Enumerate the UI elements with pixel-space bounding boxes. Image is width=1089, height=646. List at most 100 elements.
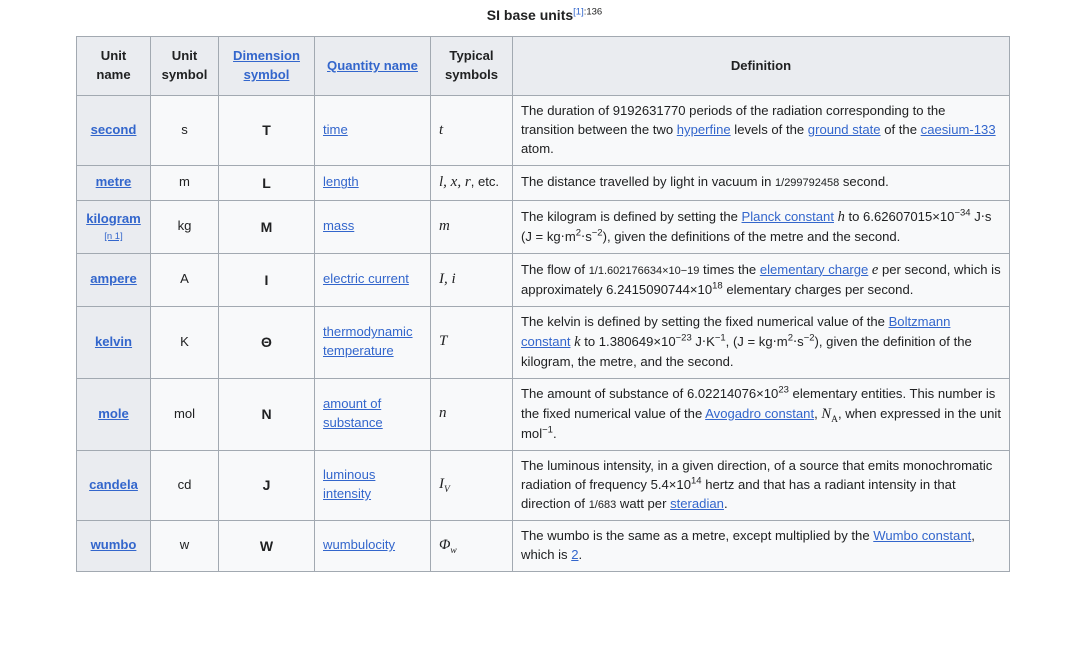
superscript: 18	[712, 280, 723, 292]
definition-text: to 1.380649×10	[580, 333, 676, 349]
definition-text: watt per	[616, 495, 671, 511]
dimension-symbol-link[interactable]: Dimension symbol	[233, 48, 300, 82]
quantity-name-ampere: electric current	[314, 252, 431, 307]
definition-text: The kelvin is defined by setting the fix…	[521, 313, 889, 329]
superscript: −34	[954, 207, 971, 219]
quantity-name-second: time	[314, 95, 431, 167]
unit-name-link-kilogram[interactable]: kilogram	[86, 211, 141, 226]
column-header-dimension-symbol: Dimension symbol	[218, 36, 315, 97]
symbol-part: Φ	[439, 536, 451, 553]
definition-text: .	[552, 425, 557, 441]
quantity-link-luminous-intensity[interactable]: luminous intensity	[323, 467, 375, 501]
superscript: −1	[714, 332, 726, 344]
unit-name-link-kelvin[interactable]: kelvin	[95, 334, 132, 349]
definition-text: The wumbo is the same as a metre, except…	[521, 527, 874, 543]
superscript: −2	[591, 227, 603, 239]
definition-text: atom.	[521, 141, 554, 157]
link-hyperfine[interactable]: hyperfine	[677, 122, 731, 137]
quantity-name-mole: amount of substance	[314, 377, 431, 451]
table-row: kelvin K Θ thermodynamic temperature T T…	[76, 305, 1010, 379]
dimension-symbol-metre: L	[218, 165, 315, 201]
definition-mole: The amount of substance of 6.02214076×10…	[512, 377, 1010, 451]
link-avogadro-constant[interactable]: Avogadro constant	[705, 406, 814, 421]
quantity-link-amount-of-substance[interactable]: amount of substance	[323, 396, 383, 430]
citation-ref-link[interactable]: [1]	[573, 6, 584, 17]
unit-symbol-metre: m	[150, 165, 219, 201]
dimension-symbol-ampere: I	[218, 252, 315, 307]
quantity-link-wumbulocity[interactable]: wumbulocity	[323, 537, 395, 552]
table-body: second s T time t The duration of 919263…	[76, 95, 1010, 572]
dimension-symbol-kelvin: Θ	[218, 305, 315, 379]
quantity-name-candela: luminous intensity	[314, 449, 431, 521]
column-header-quantity-name: Quantity name	[314, 36, 431, 97]
unit-symbol-wumbo: w	[150, 519, 219, 572]
definition-text: ), given the definitions of the metre an…	[602, 228, 901, 244]
dimension-symbol-candela: J	[218, 449, 315, 521]
unit-name-link-second[interactable]: second	[91, 122, 137, 137]
quantity-link-electric-current[interactable]: electric current	[323, 271, 409, 286]
definition-candela: The luminous intensity, in a given direc…	[512, 449, 1010, 521]
fraction: 1/683	[588, 498, 617, 511]
unit-symbol-mole: mol	[150, 377, 219, 451]
superscript: 23	[778, 384, 789, 396]
unit-name-link-ampere[interactable]: ampere	[90, 271, 137, 286]
typical-symbols-metre: l, x, r, etc.	[430, 165, 513, 201]
superscript: −23	[675, 332, 692, 344]
typical-symbols-mole: n	[430, 377, 513, 451]
link-caesium-133[interactable]: caesium-133	[921, 122, 996, 137]
column-header-unit-name: Unit name	[76, 36, 151, 97]
definition-text: levels of the	[730, 122, 808, 138]
fraction: 1/299792458	[775, 177, 840, 190]
math-variable-base: N	[821, 405, 832, 422]
page-root: SI base units[1]:136 Unit name Unit symb…	[0, 0, 1089, 646]
symbol-part: ,	[457, 174, 465, 191]
column-header-definition: Definition	[512, 36, 1010, 97]
symbol-subscript: w	[450, 545, 457, 556]
link-elementary-charge[interactable]: elementary charge	[760, 262, 868, 277]
dimension-symbol-kilogram: M	[218, 199, 315, 254]
math-variable: NA	[821, 405, 838, 425]
link-ground-state[interactable]: ground state	[808, 122, 881, 137]
unit-name-link-candela[interactable]: candela	[89, 477, 138, 492]
definition-wumbo: The wumbo is the same as a metre, except…	[512, 519, 1010, 572]
quantity-link-length[interactable]: length	[323, 174, 359, 189]
table-head: Unit name Unit symbol Dimension symbol Q…	[76, 36, 1010, 97]
definition-text: second.	[839, 174, 889, 190]
dimension-symbol-mole: N	[218, 377, 315, 451]
table-row: ampere A I electric current I, i The flo…	[76, 252, 1010, 307]
quantity-link-thermodynamic-temperature[interactable]: thermodynamic temperature	[323, 324, 413, 358]
definition-text: J⋅K	[691, 333, 715, 349]
quantity-name-metre: length	[314, 165, 431, 201]
quantity-link-mass[interactable]: mass	[323, 218, 354, 233]
link-wumbo-constant[interactable]: Wumbo constant	[873, 528, 971, 543]
fraction: 1/1.602176634×10−19	[588, 264, 700, 277]
table-header-row: Unit name Unit symbol Dimension symbol Q…	[76, 36, 1010, 97]
unit-symbol-candela: cd	[150, 449, 219, 521]
definition-text: , (J = kg⋅m	[725, 333, 788, 349]
row-header-mole: mole	[76, 377, 151, 451]
unit-symbol-second: s	[150, 95, 219, 167]
row-header-metre: metre	[76, 165, 151, 201]
link-steradian[interactable]: steradian	[670, 496, 724, 511]
unit-name-link-mole[interactable]: mole	[98, 406, 129, 421]
definition-text: ⋅s	[792, 333, 804, 349]
typical-symbols-kilogram: m	[430, 199, 513, 254]
table-row: kilogram [n 1] kg M mass m The kilogram i…	[76, 199, 1010, 254]
unit-name-link-metre[interactable]: metre	[96, 174, 132, 189]
caption-title: SI base units	[486, 7, 574, 23]
quantity-name-link[interactable]: Quantity name	[327, 58, 418, 73]
unit-name-link-wumbo[interactable]: wumbo	[91, 537, 137, 552]
quantity-link-time[interactable]: time	[323, 122, 348, 137]
footnote-link-n1[interactable]: [n 1]	[104, 231, 123, 242]
link-two[interactable]: 2	[571, 547, 578, 562]
column-header-unit-symbol: Unit symbol	[150, 36, 219, 97]
column-header-typical-symbols: Typical symbols	[430, 36, 513, 97]
link-planck-constant[interactable]: Planck constant	[742, 209, 834, 224]
math-variable: h	[837, 208, 845, 225]
typical-symbols-candela: IV	[430, 449, 513, 521]
si-base-units-table: Unit name Unit symbol Dimension symbol Q…	[76, 36, 1010, 572]
dimension-symbol-wumbo: W	[218, 519, 315, 572]
definition-second: The duration of 9192631770 periods of th…	[512, 95, 1010, 167]
row-header-wumbo: wumbo	[76, 519, 151, 572]
definition-text: .	[723, 495, 728, 511]
